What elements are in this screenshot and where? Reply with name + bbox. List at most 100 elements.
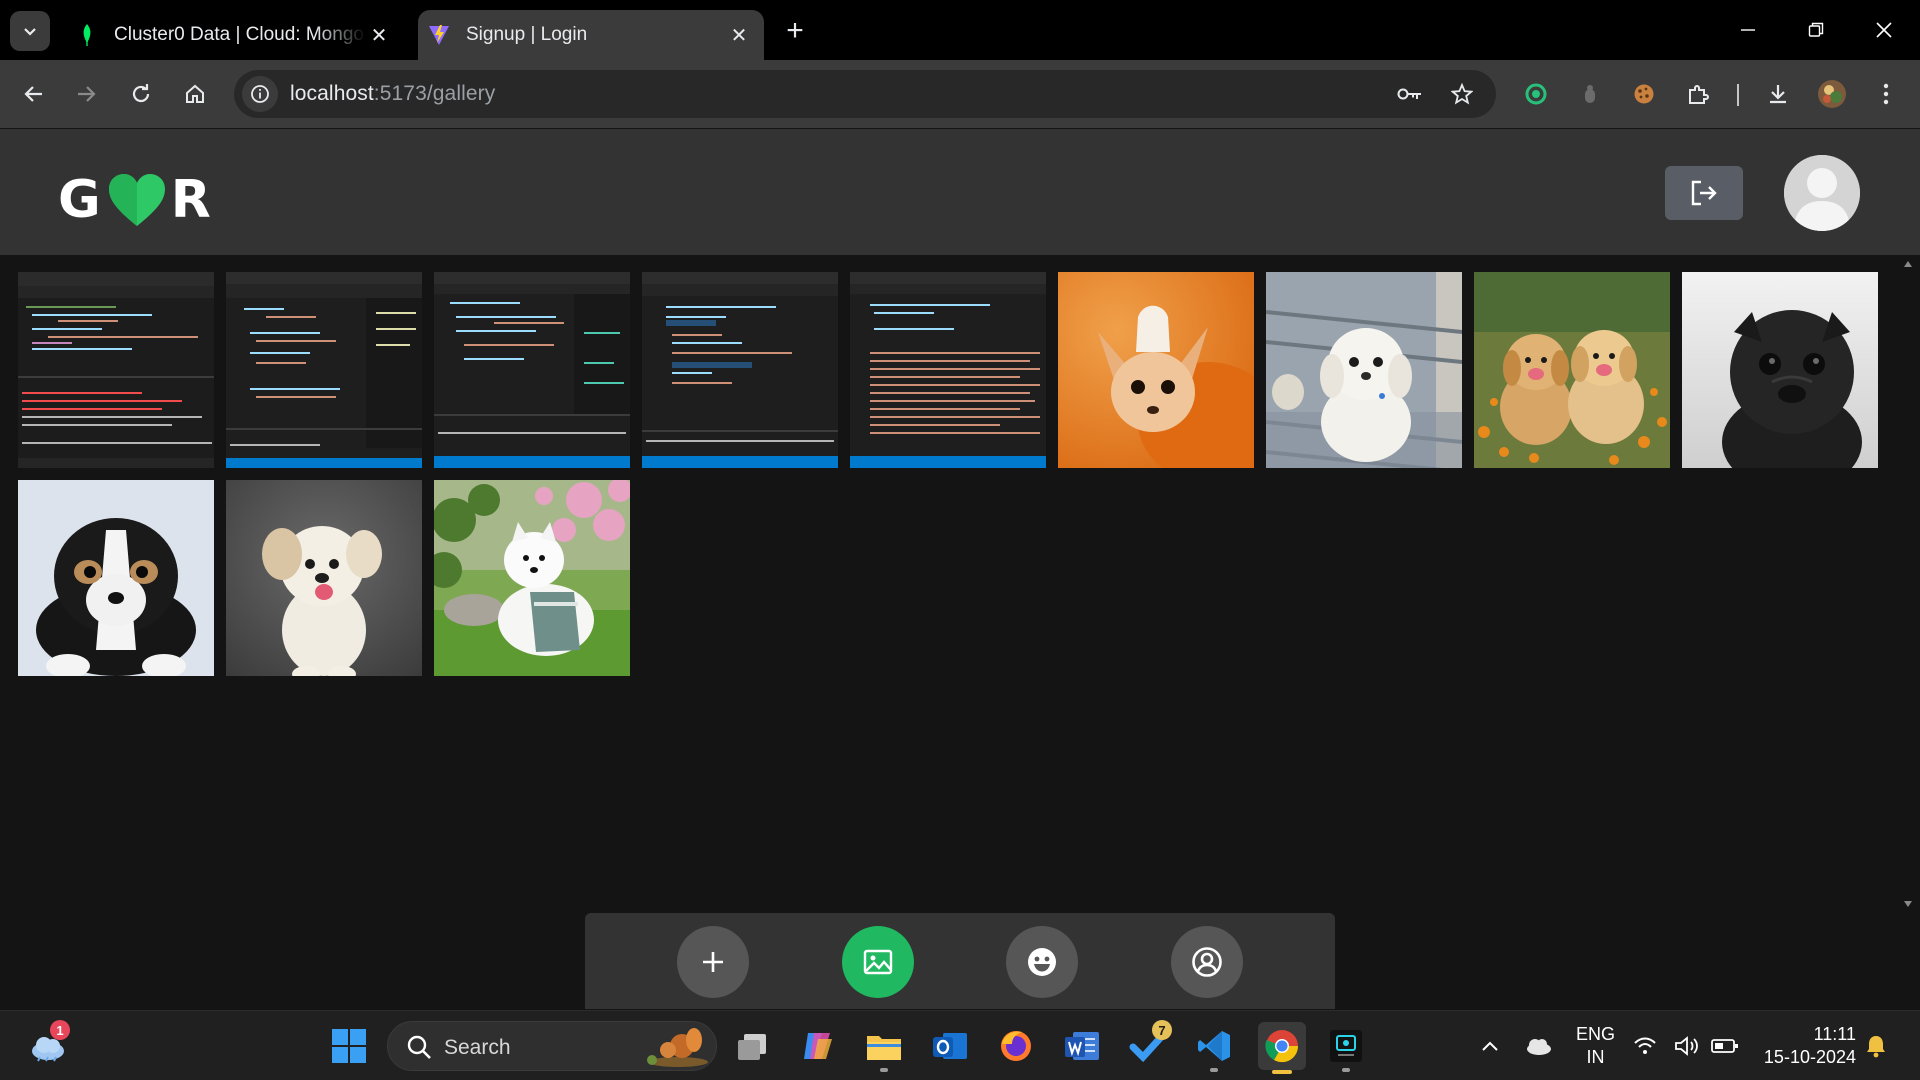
restore-button[interactable]: [1782, 0, 1850, 60]
gallery-image-code-2[interactable]: [226, 272, 422, 468]
extension-gray-icon[interactable]: [1570, 74, 1610, 114]
gallery-image-code-1[interactable]: [18, 272, 214, 468]
minimize-icon: [1741, 29, 1755, 31]
clock-time: 11:11: [1813, 1024, 1856, 1044]
gallery-image-code-4[interactable]: [642, 272, 838, 468]
reload-button[interactable]: [121, 74, 161, 114]
info-icon: [251, 85, 269, 103]
windows-taskbar: 1 Search 7 ENG IN 11:11 15-10-2024: [0, 1010, 1920, 1080]
logo-letter-left: G: [58, 170, 101, 230]
file-explorer-icon[interactable]: [862, 1024, 906, 1072]
copilot-icon[interactable]: [796, 1024, 840, 1068]
app-logo[interactable]: G R: [58, 169, 211, 231]
clock-date: 15-10-2024: [1763, 1047, 1856, 1067]
input-language[interactable]: ENG IN: [1576, 1023, 1615, 1069]
gallery-image-fluffy-white-dog[interactable]: [226, 480, 422, 676]
tab-title: Cluster0 Data | Cloud: MongoDB Cloud: [114, 24, 366, 45]
logo-letter-right: R: [170, 170, 211, 230]
extension-green-ring-icon[interactable]: [1516, 74, 1556, 114]
gallery-image-black-pug[interactable]: [1682, 272, 1878, 468]
mongodb-leaf-icon: [76, 24, 98, 46]
word-icon[interactable]: [1060, 1024, 1104, 1068]
chrome-icon[interactable]: [1258, 1022, 1306, 1074]
profile-nav-button[interactable]: [1171, 926, 1243, 998]
taskbar-search[interactable]: Search: [387, 1021, 717, 1071]
browser-tab-strip: Cluster0 Data | Cloud: MongoDB Cloud ✕ S…: [0, 0, 1920, 60]
vscode-icon[interactable]: [1192, 1024, 1236, 1072]
start-button[interactable]: [327, 1024, 371, 1068]
downloads-icon[interactable]: [1758, 74, 1798, 114]
screen-recorder-icon[interactable]: [1324, 1024, 1368, 1072]
browser-tab-signup-login[interactable]: Signup | Login ✕: [418, 10, 764, 60]
search-icon: [407, 1035, 431, 1059]
squirrel-highlight-icon: [647, 1028, 708, 1067]
close-window-button[interactable]: [1850, 0, 1918, 60]
gallery-image-white-dog-on-chair[interactable]: [1266, 272, 1462, 468]
gallery-image-black-white-puppy[interactable]: [18, 480, 214, 676]
site-info-button[interactable]: [242, 76, 278, 112]
browser-toolbar: localhost:5173/gallery: [0, 60, 1920, 128]
language-line1: ENG: [1576, 1024, 1616, 1044]
logout-icon: [1691, 180, 1717, 206]
url-path: :5173/gallery: [373, 82, 496, 105]
heart-icon: [108, 174, 165, 226]
bottom-navigation: [585, 913, 1335, 1009]
vite-logo-icon: [428, 24, 450, 46]
system-clock[interactable]: 11:11 15-10-2024: [1756, 1023, 1856, 1069]
close-icon: [1876, 22, 1892, 38]
forward-button[interactable]: [66, 74, 106, 114]
minimize-button[interactable]: [1714, 0, 1782, 60]
address-bar[interactable]: localhost:5173/gallery: [234, 70, 1496, 118]
home-button[interactable]: [175, 74, 215, 114]
gallery-image-samoyed-in-garden[interactable]: [434, 480, 630, 676]
onedrive-cloud-icon[interactable]: [1516, 1024, 1560, 1068]
gallery-nav-button[interactable]: [842, 926, 914, 998]
running-indicator: [880, 1068, 888, 1072]
extensions-puzzle-icon[interactable]: [1678, 74, 1718, 114]
show-hidden-icons-chevron-icon[interactable]: [1468, 1024, 1512, 1068]
firefox-icon[interactable]: [994, 1024, 1038, 1068]
scroll-down-arrow-icon: [1904, 901, 1912, 907]
tab-search-button[interactable]: [10, 11, 50, 51]
tab-title: Signup | Login: [466, 24, 588, 45]
gallery-image-code-5[interactable]: [850, 272, 1046, 468]
extension-cookie-icon[interactable]: [1624, 74, 1664, 114]
user-avatar[interactable]: [1784, 155, 1860, 231]
logout-button[interactable]: [1665, 166, 1743, 220]
add-image-button[interactable]: [677, 926, 749, 998]
wifi-icon[interactable]: [1630, 1024, 1660, 1068]
gallery-image-two-golden-puppies[interactable]: [1474, 272, 1670, 468]
running-indicator-active: [1272, 1070, 1292, 1074]
tab-close-icon[interactable]: ✕: [366, 22, 392, 48]
browser-tab-mongodb[interactable]: Cluster0 Data | Cloud: MongoDB Cloud ✕: [66, 10, 404, 60]
windows-logo-icon: [332, 1029, 366, 1063]
todo-badge: 7: [1152, 1020, 1172, 1040]
page-scrollbar[interactable]: [1896, 255, 1920, 915]
new-tab-button[interactable]: +: [778, 14, 812, 48]
notification-bell-icon[interactable]: [1858, 1024, 1894, 1068]
running-indicator: [1210, 1068, 1218, 1072]
task-view-icon[interactable]: [730, 1024, 774, 1068]
url-host: localhost: [290, 82, 374, 105]
todo-icon[interactable]: 7: [1126, 1020, 1172, 1068]
back-button[interactable]: [14, 74, 54, 114]
volume-icon[interactable]: [1672, 1024, 1702, 1068]
reload-icon: [132, 84, 150, 103]
gallery-image-code-3[interactable]: [434, 272, 630, 468]
chevron-down-icon: [24, 28, 36, 36]
default-user-icon: [1784, 155, 1860, 231]
browser-menu-icon[interactable]: [1866, 74, 1906, 114]
profile-avatar-icon[interactable]: [1812, 74, 1852, 114]
emoji-nav-button[interactable]: [1006, 926, 1078, 998]
bookmark-star-icon[interactable]: [1446, 78, 1478, 110]
app-header: G R: [0, 129, 1920, 255]
running-indicator: [1342, 1068, 1350, 1072]
gallery-image-chihuahua[interactable]: [1058, 272, 1254, 468]
password-key-icon[interactable]: [1394, 78, 1426, 110]
tab-close-icon[interactable]: ✕: [726, 22, 752, 48]
outlook-icon[interactable]: [928, 1024, 972, 1068]
battery-icon[interactable]: [1710, 1024, 1740, 1068]
plus-icon: [703, 952, 723, 972]
weather-widget[interactable]: 1: [26, 1020, 70, 1068]
arrow-left-icon: [24, 86, 42, 102]
